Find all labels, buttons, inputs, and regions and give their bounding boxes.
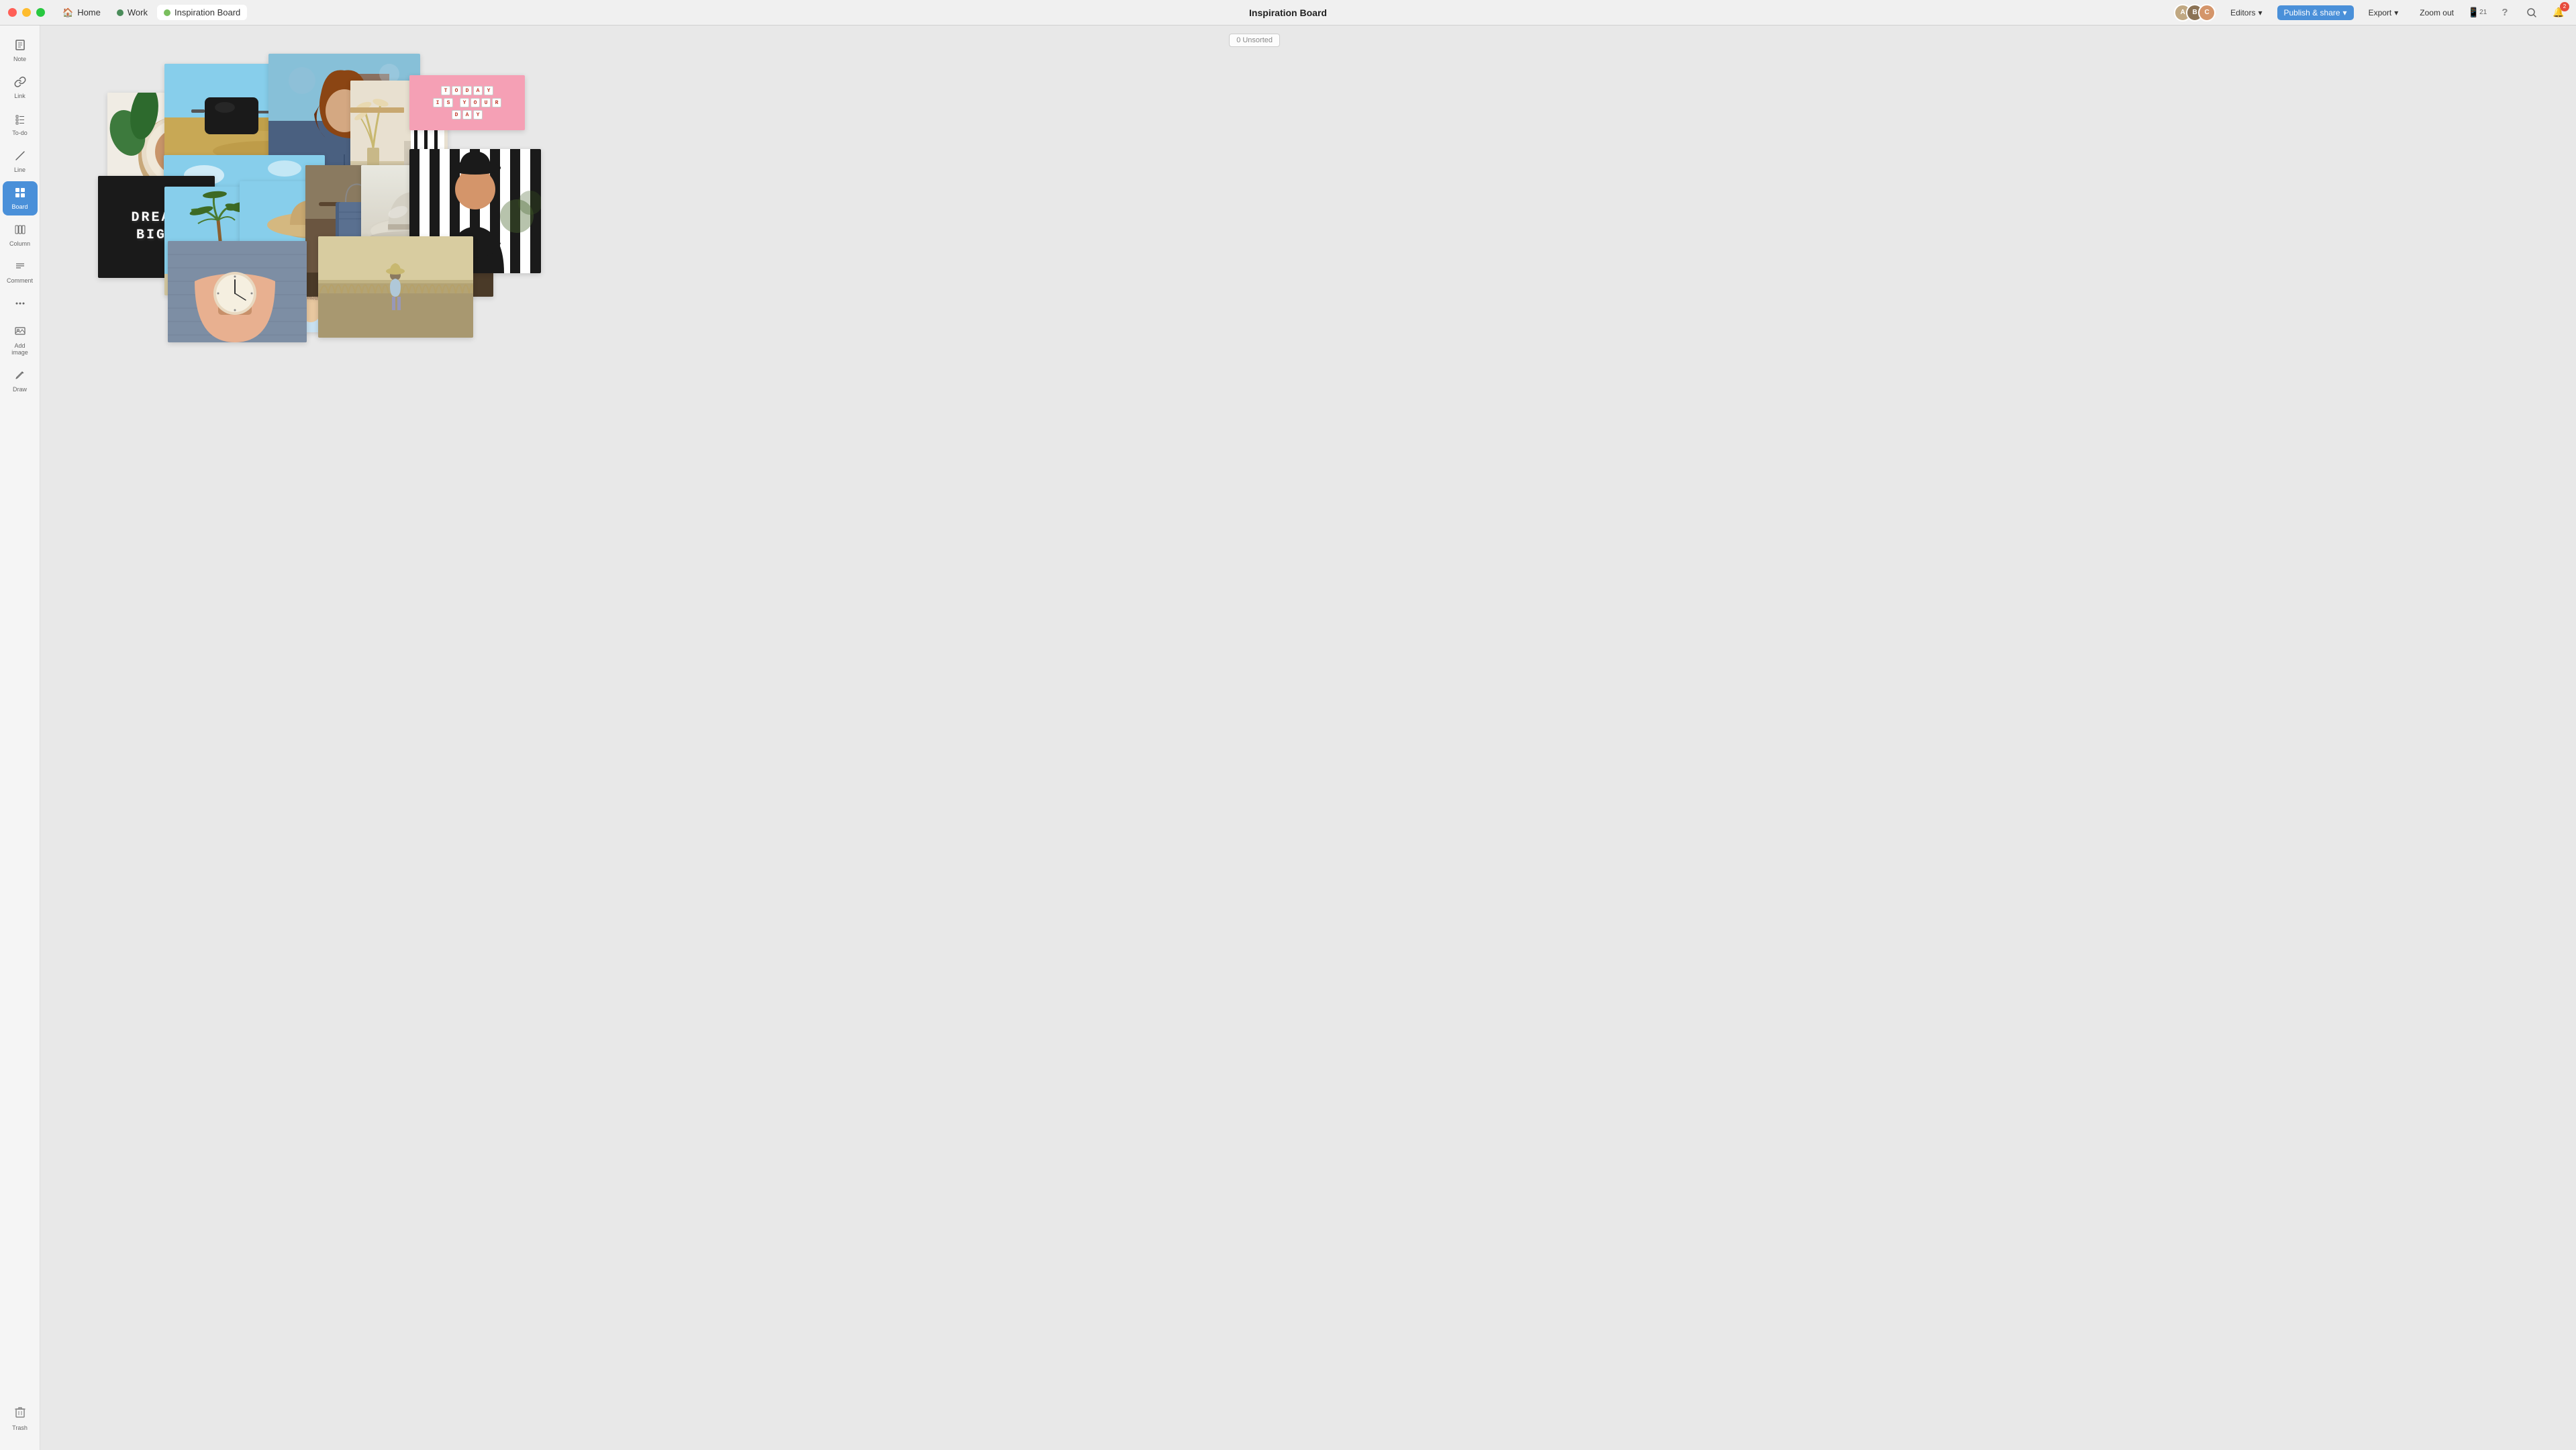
today-row-1: T O D A Y — [441, 86, 493, 95]
board-image-woman-field[interactable] — [318, 236, 473, 338]
sidebar-board-label: Board — [11, 203, 28, 210]
note-icon — [14, 39, 26, 54]
line-icon — [14, 150, 26, 164]
titlebar-tabs: 🏠 Home Work Inspiration Board — [56, 5, 2174, 21]
sidebar-todo-label: To-do — [12, 130, 28, 136]
traffic-lights — [8, 8, 45, 17]
publish-share-label: Publish & share — [2284, 8, 2340, 17]
export-button[interactable]: Export ▾ — [2362, 5, 2406, 20]
column-icon — [14, 224, 26, 238]
editors-label: Editors — [2230, 8, 2255, 17]
board-image-watch[interactable] — [168, 241, 307, 342]
sidebar-item-link[interactable]: Link — [3, 70, 38, 105]
sidebar-item-todo[interactable]: To-do — [3, 107, 38, 142]
titlebar-right: A B C Editors ▾ Publish & share ▾ Export… — [2174, 3, 2568, 22]
sidebar-item-line[interactable]: Line — [3, 144, 38, 179]
zoom-label: Zoom out — [2420, 8, 2454, 17]
sidebar-comment-label: Comment — [7, 277, 33, 284]
publish-chevron-icon: ▾ — [2343, 8, 2347, 17]
trash-label: Trash — [12, 1424, 28, 1431]
maximize-button[interactable] — [36, 8, 45, 17]
tab-work[interactable]: Work — [110, 5, 154, 20]
titlebar: 🏠 Home Work Inspiration Board Inspiratio… — [0, 0, 2576, 26]
sidebar-line-label: Line — [14, 166, 26, 173]
link-icon — [14, 76, 26, 91]
zoom-out-button[interactable]: Zoom out — [2413, 5, 2461, 20]
tab-home[interactable]: 🏠 Home — [56, 5, 107, 21]
sidebar-item-more[interactable] — [3, 292, 38, 318]
notification-badge: 2 — [2560, 2, 2569, 11]
notifications-icon[interactable]: 🔔 2 — [2549, 3, 2568, 22]
sidebar-column-label: Column — [9, 240, 30, 247]
todo-icon — [14, 113, 26, 128]
sidebar-add-image-label: Add image — [7, 342, 34, 356]
tab-home-label: Home — [77, 7, 101, 17]
avatar-3: C — [2198, 4, 2216, 21]
device-count: 21 — [2479, 9, 2487, 16]
board-icon — [14, 187, 26, 201]
export-label: Export — [2369, 8, 2392, 17]
tab-inspiration-label: Inspiration Board — [175, 7, 240, 17]
canvas-area[interactable]: 0 Unsorted — [40, 26, 1288, 1450]
device-icon[interactable]: 📱 21 — [2469, 3, 2487, 22]
sidebar-link-label: Link — [14, 93, 26, 99]
sidebar-item-board[interactable]: Board — [3, 181, 38, 215]
more-icon — [14, 297, 26, 312]
close-button[interactable] — [8, 8, 17, 17]
tab-work-label: Work — [128, 7, 148, 17]
search-icon[interactable] — [2522, 3, 2541, 22]
editors-button[interactable]: Editors ▾ — [2224, 5, 2269, 20]
export-chevron-icon: ▾ — [2394, 8, 2398, 17]
sidebar-note-label: Note — [13, 56, 26, 62]
comment-icon — [14, 260, 26, 275]
help-icon[interactable]: ? — [2495, 3, 2514, 22]
publish-share-button[interactable]: Publish & share ▾ — [2277, 5, 2354, 20]
trash-icon — [13, 1404, 28, 1422]
sidebar-item-comment[interactable]: Comment — [3, 255, 38, 289]
add-image-icon — [14, 326, 26, 340]
board-image-today[interactable]: T O D A Y I S Y O U R D A — [409, 75, 525, 130]
sidebar-item-add-image[interactable]: Add image — [3, 320, 38, 361]
editors-chevron-icon: ▾ — [2258, 8, 2262, 17]
main-layout: Note Link To-d — [0, 26, 1288, 1450]
sidebar-draw-label: Draw — [13, 386, 27, 393]
draw-icon — [14, 369, 26, 384]
sidebar-item-draw[interactable]: Draw — [3, 364, 38, 398]
sidebar-item-trash[interactable]: Trash — [3, 1399, 38, 1437]
sidebar: Note Link To-d — [0, 26, 40, 1450]
today-row-2: I S Y O U R — [433, 98, 501, 107]
minimize-button[interactable] — [22, 8, 31, 17]
sidebar-item-column[interactable]: Column — [3, 218, 38, 252]
tab-inspiration[interactable]: Inspiration Board — [157, 5, 247, 20]
today-row-3: D A Y — [452, 110, 483, 119]
sidebar-item-note[interactable]: Note — [3, 34, 38, 68]
page-title: Inspiration Board — [1249, 7, 1327, 18]
editors-avatars: A B C — [2174, 4, 2216, 21]
board-canvas: T O D A Y I S Y O U R D A — [40, 26, 1288, 1450]
